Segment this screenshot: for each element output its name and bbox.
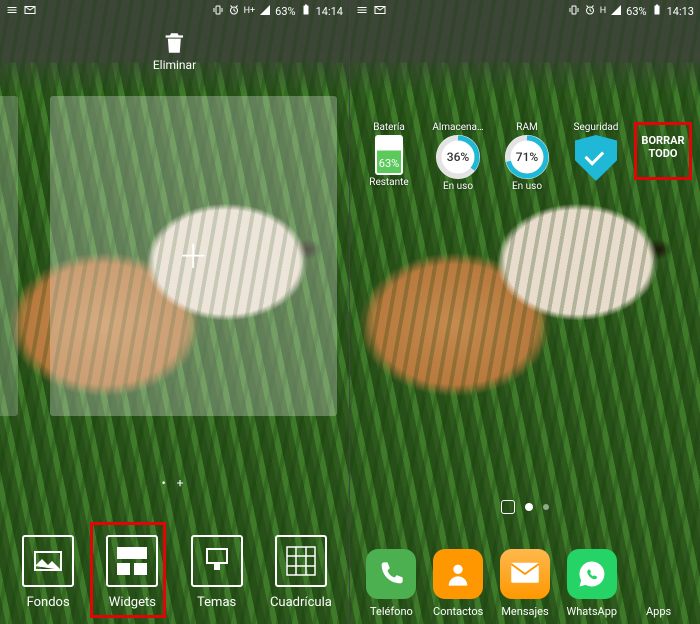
network-type: H+	[244, 6, 256, 16]
status-bar: H+ 63% 14:14	[0, 0, 349, 22]
ram-gauge-icon: 71%	[505, 135, 549, 179]
clock: 14:14	[316, 5, 343, 18]
trash-icon	[161, 30, 187, 56]
grid-button[interactable]: Cuadrícula	[262, 535, 340, 610]
storage-gauge-icon: 36%	[436, 135, 480, 179]
phone-app[interactable]: Teléfono	[360, 549, 422, 618]
delete-drop-target[interactable]: Eliminar	[153, 30, 196, 72]
phone-icon	[377, 560, 405, 588]
wallpapers-label: Fondos	[9, 595, 87, 610]
brush-icon	[203, 547, 231, 575]
themes-label: Temas	[178, 595, 256, 610]
add-home-panel[interactable]: +	[50, 96, 337, 416]
wallpapers-button[interactable]: Fondos	[9, 535, 87, 610]
signal-icon	[610, 4, 622, 19]
whatsapp-icon	[577, 559, 607, 589]
messages-app[interactable]: Mensajes	[494, 549, 556, 618]
whatsapp-app[interactable]: WhatsApp	[561, 549, 623, 618]
vibrate-icon	[212, 4, 224, 19]
app-indicator-icon	[6, 4, 18, 19]
signal-icon	[259, 4, 271, 19]
home-panel-preview[interactable]	[0, 96, 18, 416]
vibrate-icon	[568, 4, 580, 19]
wallpaper	[350, 0, 700, 624]
battery-widget[interactable]: Batería 63% Restante	[358, 122, 420, 192]
widgets-icon	[117, 547, 147, 575]
battery-level-icon: 63%	[375, 135, 403, 175]
clear-all-button[interactable]: BORRAR TODO	[634, 122, 692, 192]
envelope-icon	[510, 561, 540, 587]
app-indicator-icon	[356, 4, 368, 19]
widgets-label: Widgets	[93, 595, 171, 610]
grid-icon	[286, 546, 316, 576]
battery-icon	[300, 4, 312, 19]
security-widget[interactable]: Seguridad	[565, 122, 627, 192]
screen-edit-mode: H+ 63% 14:14 Eliminar + • + Fondos Widge…	[0, 0, 350, 624]
contacts-app[interactable]: Contactos	[427, 549, 489, 618]
themes-button[interactable]: Temas	[178, 535, 256, 610]
page-indicator: • +	[162, 476, 188, 490]
battery-text: 63%	[275, 5, 295, 18]
network-type: H	[600, 6, 606, 16]
alarm-icon	[228, 4, 240, 19]
mail-icon	[24, 4, 36, 19]
home-page-icon[interactable]	[501, 500, 515, 514]
dock: Teléfono Contactos Mensajes WhatsApp App…	[350, 549, 700, 618]
plus-icon: +	[181, 233, 207, 279]
mail-icon	[374, 4, 386, 19]
grid-label: Cuadrícula	[262, 595, 340, 610]
status-bar: H 63% 14:13	[350, 0, 700, 22]
edit-toolbar: Fondos Widgets Temas Cuadrícula	[0, 535, 349, 614]
page-indicator[interactable]	[501, 500, 549, 514]
storage-widget[interactable]: Almacena… 36% En uso	[427, 122, 489, 192]
battery-icon	[651, 4, 663, 19]
smart-manager-widget[interactable]: Batería 63% Restante Almacena… 36% En us…	[358, 122, 692, 192]
picture-icon	[34, 551, 62, 571]
alarm-icon	[584, 4, 596, 19]
apps-drawer[interactable]: Apps	[628, 549, 690, 618]
clock: 14:13	[667, 5, 694, 18]
widgets-button[interactable]: Widgets	[93, 535, 171, 610]
ram-widget[interactable]: RAM 71% En uso	[496, 122, 558, 192]
screen-home: H 63% 14:13 Batería 63% Restante Almacen…	[350, 0, 700, 624]
page-dot[interactable]	[525, 503, 533, 511]
person-icon	[444, 560, 472, 588]
delete-label: Eliminar	[153, 58, 196, 72]
shield-icon	[575, 135, 617, 181]
battery-text: 63%	[626, 5, 646, 18]
page-dot[interactable]	[543, 504, 549, 510]
apps-grid-icon	[634, 549, 684, 599]
